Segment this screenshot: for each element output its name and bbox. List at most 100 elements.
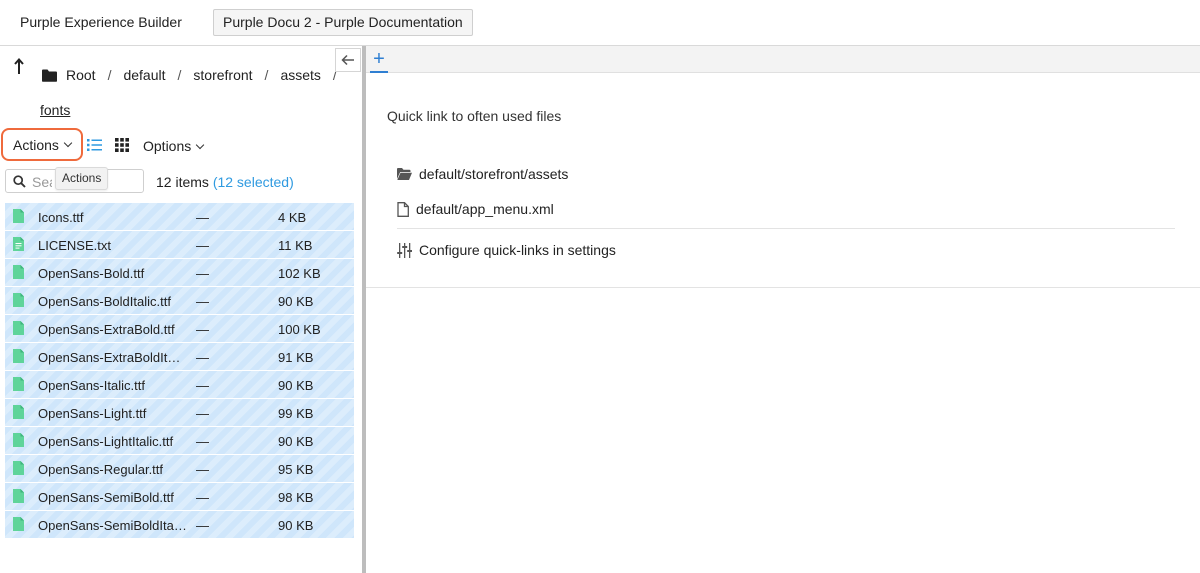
configure-quick-links[interactable]: Configure quick-links in settings bbox=[397, 242, 616, 258]
app-title[interactable]: Purple Experience Builder bbox=[20, 14, 182, 30]
list-view-icon[interactable] bbox=[87, 139, 102, 151]
actions-tooltip: Actions bbox=[55, 167, 109, 190]
quick-links-bottom-border bbox=[366, 287, 1200, 288]
file-name: OpenSans-LightItalic.ttf bbox=[38, 434, 174, 449]
file-size: 95 KB bbox=[278, 462, 314, 477]
file-date: — bbox=[196, 294, 209, 309]
items-count-text: 12 items bbox=[156, 174, 209, 190]
folder-open-icon bbox=[397, 168, 412, 180]
file-size: 98 KB bbox=[278, 490, 314, 505]
file-date: — bbox=[196, 210, 209, 225]
document-tab[interactable]: Purple Docu 2 - Purple Documentation bbox=[213, 9, 473, 36]
file-size: 91 KB bbox=[278, 350, 314, 365]
breadcrumb-separator: / bbox=[177, 67, 182, 83]
options-label: Options bbox=[143, 138, 192, 154]
file-name: OpenSans-ExtraBold.ttf bbox=[38, 322, 175, 337]
search-input[interactable] bbox=[32, 173, 52, 190]
file-row[interactable]: OpenSans-Bold.ttf — 102 KB bbox=[5, 259, 354, 287]
options-dropdown-button[interactable]: Options bbox=[143, 138, 205, 154]
file-icon bbox=[13, 293, 24, 307]
file-row[interactable]: OpenSans-Regular.ttf — 95 KB bbox=[5, 455, 354, 483]
file-date: — bbox=[196, 378, 209, 393]
file-date: — bbox=[196, 406, 209, 421]
file-icon bbox=[13, 461, 24, 475]
quick-links-separator bbox=[397, 228, 1175, 229]
file-row[interactable]: OpenSans-Italic.ttf — 90 KB bbox=[5, 371, 354, 399]
file-icon bbox=[13, 433, 24, 447]
file-icon bbox=[13, 265, 24, 279]
file-icon bbox=[13, 321, 24, 335]
file-list: Icons.ttf — 4 KB LICENSE.txt — 11 KB Ope… bbox=[5, 203, 354, 539]
file-size: 90 KB bbox=[278, 434, 314, 449]
file-row[interactable]: OpenSans-LightItalic.ttf — 90 KB bbox=[5, 427, 354, 455]
file-icon bbox=[13, 489, 24, 503]
file-name: Icons.ttf bbox=[38, 210, 84, 225]
panel-resize-divider[interactable] bbox=[362, 46, 366, 573]
file-date: — bbox=[196, 490, 209, 505]
file-row[interactable]: OpenSans-ExtraBoldIt… — 91 KB bbox=[5, 343, 354, 371]
navigate-up-icon[interactable] bbox=[12, 58, 26, 78]
configure-quick-links-label: Configure quick-links in settings bbox=[419, 242, 616, 258]
quick-link-app-menu[interactable]: default/app_menu.xml bbox=[397, 201, 554, 217]
chevron-down-icon bbox=[63, 138, 73, 148]
breadcrumb-root[interactable]: Root bbox=[66, 67, 96, 83]
folder-icon bbox=[42, 69, 57, 82]
file-row[interactable]: OpenSans-SemiBold.ttf — 98 KB bbox=[5, 483, 354, 511]
file-icon bbox=[13, 209, 24, 223]
file-icon bbox=[13, 349, 24, 363]
file-row[interactable]: OpenSans-ExtraBold.ttf — 100 KB bbox=[5, 315, 354, 343]
file-name: OpenSans-BoldItalic.ttf bbox=[38, 294, 171, 309]
quick-links-title: Quick link to often used files bbox=[387, 108, 562, 124]
file-size: 100 KB bbox=[278, 322, 321, 337]
selected-count-text: (12 selected) bbox=[212, 174, 294, 190]
collapse-panel-button[interactable] bbox=[335, 48, 361, 72]
breadcrumb: Root / default / storefront / assets / bbox=[42, 67, 349, 83]
file-name: OpenSans-Regular.ttf bbox=[38, 462, 164, 477]
file-name: OpenSans-Bold.ttf bbox=[38, 266, 145, 281]
item-count: 12 items (12 selected) bbox=[156, 174, 294, 190]
arrow-left-icon bbox=[341, 54, 354, 66]
file-row[interactable]: Icons.ttf — 4 KB bbox=[5, 203, 354, 231]
actions-dropdown-button[interactable]: Actions bbox=[1, 128, 83, 161]
file-name: OpenSans-Italic.ttf bbox=[38, 378, 145, 393]
file-size: 90 KB bbox=[278, 378, 314, 393]
file-size: 11 KB bbox=[278, 238, 313, 253]
breadcrumb-default[interactable]: default bbox=[123, 67, 165, 83]
actions-label: Actions bbox=[13, 136, 59, 153]
file-date: — bbox=[196, 266, 209, 281]
file-row[interactable]: OpenSans-SemiBoldIta… — 90 KB bbox=[5, 511, 354, 539]
quick-link-label: default/app_menu.xml bbox=[416, 201, 554, 217]
file-name: OpenSans-Light.ttf bbox=[38, 406, 147, 421]
file-row[interactable]: OpenSans-Light.ttf — 99 KB bbox=[5, 399, 354, 427]
grid-view-icon[interactable] bbox=[115, 138, 129, 152]
new-tab-button[interactable]: + bbox=[370, 47, 388, 73]
file-icon bbox=[13, 377, 24, 391]
quick-link-label: default/storefront/assets bbox=[419, 166, 569, 182]
file-size: 90 KB bbox=[278, 294, 314, 309]
file-icon bbox=[13, 517, 24, 531]
file-date: — bbox=[196, 518, 209, 533]
quick-link-assets[interactable]: default/storefront/assets bbox=[397, 166, 568, 182]
file-size: 99 KB bbox=[278, 406, 314, 421]
file-date: — bbox=[196, 350, 209, 365]
file-size: 90 KB bbox=[278, 518, 314, 533]
editor-tab-bar bbox=[366, 46, 1200, 73]
top-bar: Purple Experience Builder Purple Docu 2 … bbox=[0, 0, 1200, 46]
file-name: OpenSans-ExtraBoldIt… bbox=[38, 350, 181, 365]
file-row[interactable]: LICENSE.txt — 11 KB bbox=[5, 231, 354, 259]
file-size: 102 KB bbox=[278, 266, 321, 281]
breadcrumb-assets[interactable]: assets bbox=[280, 67, 320, 83]
breadcrumb-current-fonts[interactable]: fonts bbox=[40, 102, 70, 118]
chevron-down-icon bbox=[196, 140, 205, 149]
search-icon bbox=[13, 175, 26, 188]
file-name: OpenSans-SemiBoldIta… bbox=[38, 518, 187, 533]
file-icon bbox=[13, 405, 24, 419]
file-date: — bbox=[196, 322, 209, 337]
file-name: OpenSans-SemiBold.ttf bbox=[38, 490, 174, 505]
file-name: LICENSE.txt bbox=[38, 238, 111, 253]
file-icon bbox=[397, 201, 409, 217]
file-row[interactable]: OpenSans-BoldItalic.ttf — 90 KB bbox=[5, 287, 354, 315]
file-date: — bbox=[196, 238, 209, 253]
breadcrumb-storefront[interactable]: storefront bbox=[193, 67, 252, 83]
sliders-icon bbox=[397, 242, 412, 258]
